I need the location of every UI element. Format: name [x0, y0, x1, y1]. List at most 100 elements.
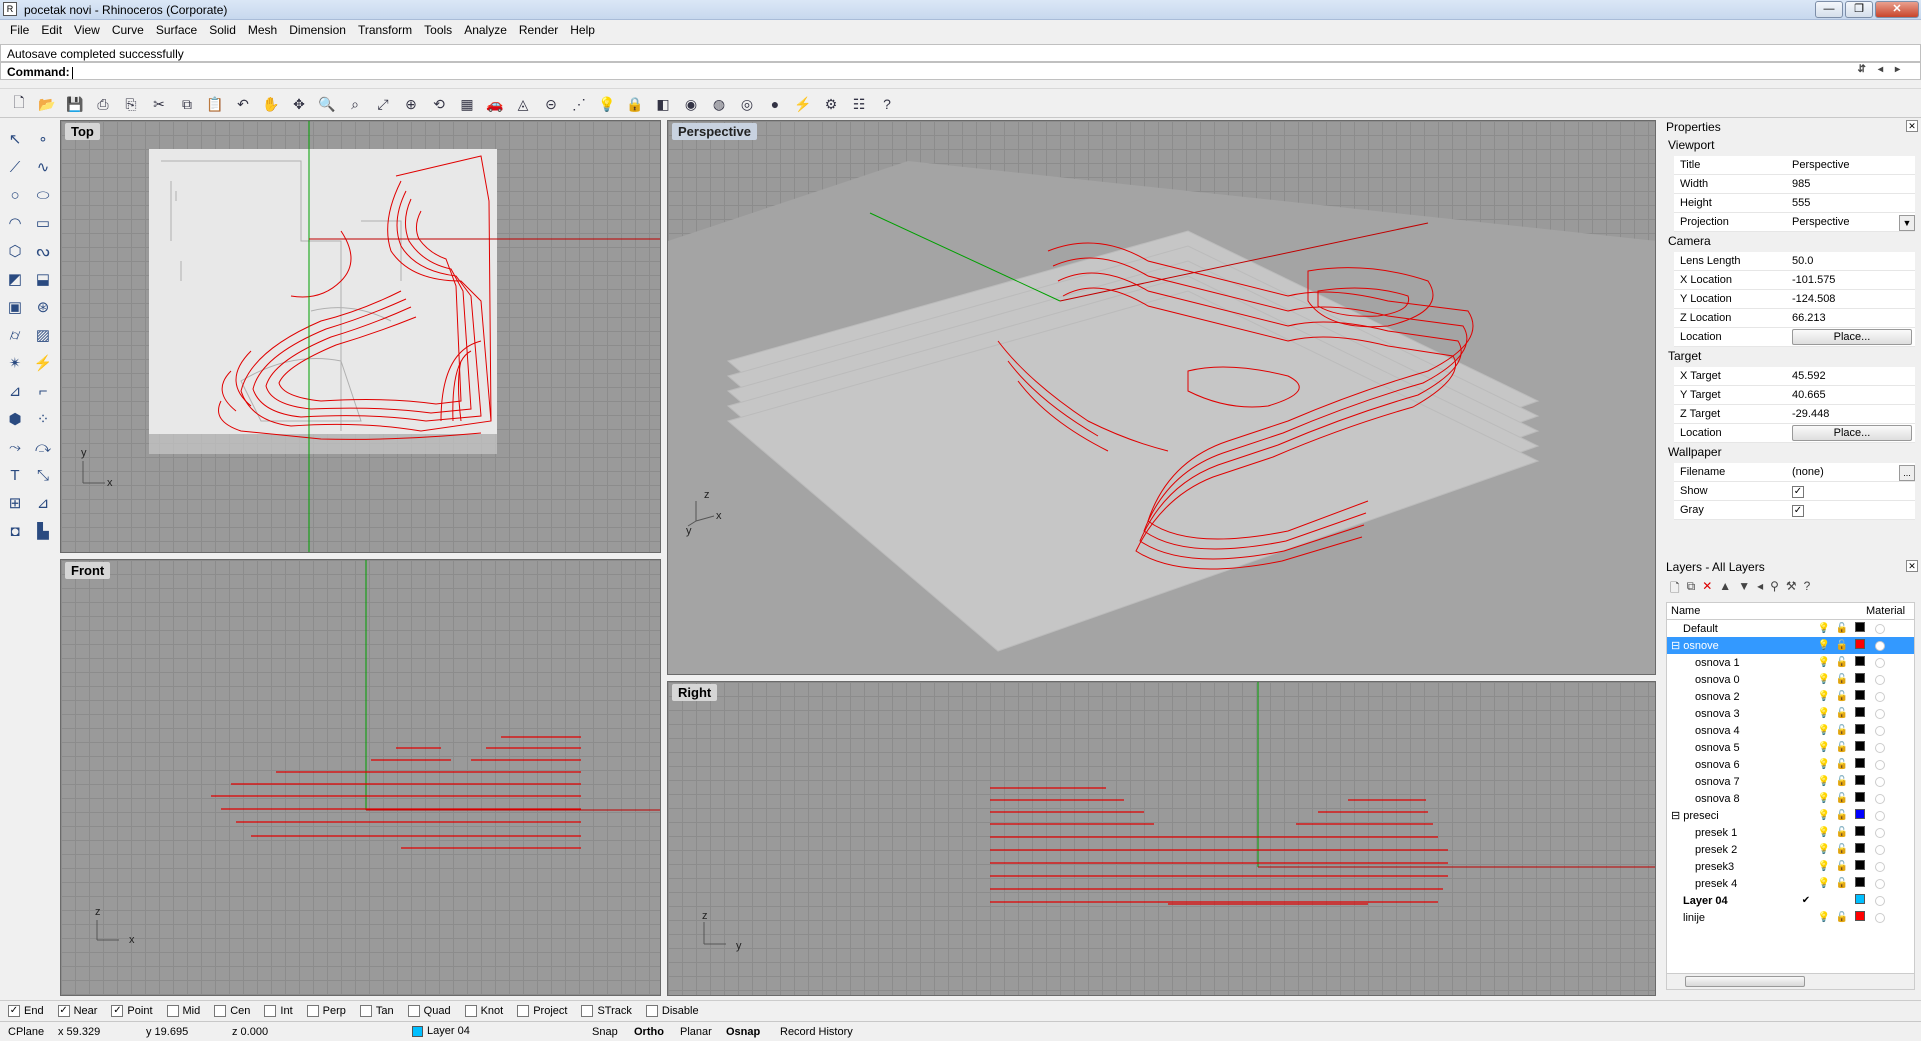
- layer-row[interactable]: osnova 5 💡 🔓: [1667, 739, 1914, 756]
- viewport-top[interactable]: Top x y: [60, 120, 661, 553]
- close-panel-icon[interactable]: ✕: [1906, 560, 1918, 572]
- cut-icon[interactable]: ✂: [148, 93, 170, 115]
- light-bulb-icon[interactable]: 💡: [1815, 742, 1833, 753]
- minimize-button[interactable]: —: [1815, 1, 1843, 18]
- menu-transform[interactable]: Transform: [352, 23, 418, 37]
- light-bulb-icon[interactable]: 💡: [1815, 844, 1833, 855]
- layer-row[interactable]: presek 1 💡 🔓: [1667, 824, 1914, 841]
- lock-icon[interactable]: 🔒: [624, 93, 646, 115]
- unlock-icon[interactable]: 🔓: [1833, 878, 1851, 889]
- layer-row[interactable]: osnova 1 💡 🔓: [1667, 654, 1914, 671]
- color-wheel-icon[interactable]: ◉: [680, 93, 702, 115]
- browse-button[interactable]: ...: [1899, 465, 1915, 481]
- osnap-checkbox[interactable]: [306, 1004, 319, 1017]
- cylinder-icon[interactable]: ⌭: [2, 322, 28, 348]
- menu-edit[interactable]: Edit: [35, 23, 68, 37]
- viewport-label-perspective[interactable]: Perspective: [672, 123, 757, 140]
- layer-color-icon[interactable]: ◧: [652, 93, 674, 115]
- chevron-down-icon[interactable]: ▼: [1899, 215, 1915, 231]
- current-layer-pane[interactable]: Layer 04: [412, 1025, 470, 1037]
- menu-help[interactable]: Help: [564, 23, 601, 37]
- menu-solid[interactable]: Solid: [203, 23, 242, 37]
- material-swatch[interactable]: [1875, 861, 1885, 872]
- viewport-label-front[interactable]: Front: [65, 562, 111, 579]
- osnap-checkbox[interactable]: [407, 1004, 420, 1017]
- layer-color-swatch[interactable]: [1855, 911, 1865, 921]
- properties-icon[interactable]: ☷: [848, 93, 870, 115]
- material-swatch[interactable]: [1875, 691, 1885, 702]
- command-scroll-icon[interactable]: ⇵: [1858, 64, 1866, 75]
- zoom-extents-icon[interactable]: ⤢: [372, 93, 394, 115]
- material-swatch[interactable]: [1875, 895, 1885, 906]
- light-bulb-icon[interactable]: 💡: [1815, 708, 1833, 719]
- unlock-icon[interactable]: 🔓: [1833, 691, 1851, 702]
- box-icon[interactable]: ▣: [2, 294, 28, 320]
- osnap-checkbox[interactable]: ✓: [57, 1004, 70, 1017]
- ellipse-icon[interactable]: ⬭: [30, 182, 56, 208]
- layer-color-swatch[interactable]: [1855, 741, 1865, 751]
- pan-icon[interactable]: ✋: [260, 93, 282, 115]
- command-next-icon[interactable]: ▸: [1895, 64, 1900, 75]
- layer-row[interactable]: Default 💡 🔓: [1667, 620, 1914, 637]
- layer-color-swatch[interactable]: [1855, 758, 1865, 768]
- light-bulb-icon[interactable]: 💡: [1815, 912, 1833, 923]
- viewport-right[interactable]: Right y z: [667, 681, 1656, 996]
- circle-icon[interactable]: ○: [2, 182, 28, 208]
- walkabout-icon[interactable]: ◬: [512, 93, 534, 115]
- print-icon[interactable]: ⎙: [92, 93, 114, 115]
- osnap-point[interactable]: ✓ Point: [111, 1004, 153, 1017]
- light-bulb-icon[interactable]: 💡: [1815, 776, 1833, 787]
- unlock-icon[interactable]: 🔓: [1833, 674, 1851, 685]
- planar-toggle[interactable]: Planar: [680, 1026, 712, 1038]
- layer-color-swatch[interactable]: [1855, 826, 1865, 836]
- move-down-icon[interactable]: ▼: [1738, 579, 1750, 595]
- command-line[interactable]: Command: ⇵ ◂ ▸: [0, 62, 1921, 80]
- prop-ztarget-value[interactable]: -29.448: [1788, 408, 1915, 420]
- undo-view-icon[interactable]: ⟲: [428, 93, 450, 115]
- layer-color-swatch[interactable]: [1855, 707, 1865, 717]
- osnap-checkbox[interactable]: [464, 1004, 477, 1017]
- material-swatch[interactable]: [1875, 657, 1885, 668]
- osnap-checkbox[interactable]: [517, 1004, 530, 1017]
- zoom-window-icon[interactable]: ⌕: [344, 93, 366, 115]
- move-to-parent-icon[interactable]: ◂: [1757, 579, 1763, 595]
- four-viewports-icon[interactable]: ▦: [456, 93, 478, 115]
- column-material[interactable]: Material: [1866, 605, 1914, 617]
- unlock-icon[interactable]: 🔓: [1833, 708, 1851, 719]
- render-tools-icon[interactable]: ◘: [2, 518, 28, 544]
- copy-icon[interactable]: ⧉: [176, 93, 198, 115]
- viewport-label-top[interactable]: Top: [65, 123, 100, 140]
- material-swatch[interactable]: [1875, 793, 1885, 804]
- layer-row[interactable]: osnova 6 💡 🔓: [1667, 756, 1914, 773]
- layer-color-swatch[interactable]: [1855, 656, 1865, 666]
- open-file-icon[interactable]: 📂: [36, 93, 58, 115]
- close-panel-icon[interactable]: ✕: [1906, 120, 1918, 132]
- column-name[interactable]: Name: [1667, 605, 1810, 617]
- rotate-view-icon[interactable]: ✥: [288, 93, 310, 115]
- layer-row[interactable]: linije 💡 🔓: [1667, 909, 1914, 926]
- layer-color-swatch[interactable]: [1855, 877, 1865, 887]
- menu-view[interactable]: View: [68, 23, 106, 37]
- light-bulb-icon[interactable]: 💡: [1815, 810, 1833, 821]
- layer-color-swatch[interactable]: [1855, 792, 1865, 802]
- unlock-icon[interactable]: 🔓: [1833, 827, 1851, 838]
- material-swatch[interactable]: [1875, 725, 1885, 736]
- unlock-icon[interactable]: 🔓: [1833, 657, 1851, 668]
- prop-yloc-value[interactable]: -124.508: [1788, 293, 1915, 305]
- dimension-icon[interactable]: ⤡: [30, 462, 56, 488]
- layer-row[interactable]: presek 4 💡 🔓: [1667, 875, 1914, 892]
- expander-icon[interactable]: ⊟: [1671, 640, 1680, 652]
- prop-ytarget-value[interactable]: 40.665: [1788, 389, 1915, 401]
- menu-render[interactable]: Render: [513, 23, 564, 37]
- show-checkbox[interactable]: ✓: [1792, 485, 1804, 498]
- light-bulb-icon[interactable]: 💡: [1815, 691, 1833, 702]
- light-bulb-icon[interactable]: 💡: [1815, 725, 1833, 736]
- delete-layer-icon[interactable]: ✕: [1702, 579, 1712, 595]
- light-bulb-icon[interactable]: 💡: [1815, 674, 1833, 685]
- osnap-checkbox[interactable]: [359, 1004, 372, 1017]
- layer-color-swatch[interactable]: [1855, 809, 1865, 819]
- osnap-toggle[interactable]: Osnap: [726, 1026, 760, 1038]
- osnap-tan[interactable]: Tan: [359, 1004, 394, 1017]
- layer-color-swatch[interactable]: [1855, 639, 1865, 649]
- car-icon[interactable]: 🚗: [484, 93, 506, 115]
